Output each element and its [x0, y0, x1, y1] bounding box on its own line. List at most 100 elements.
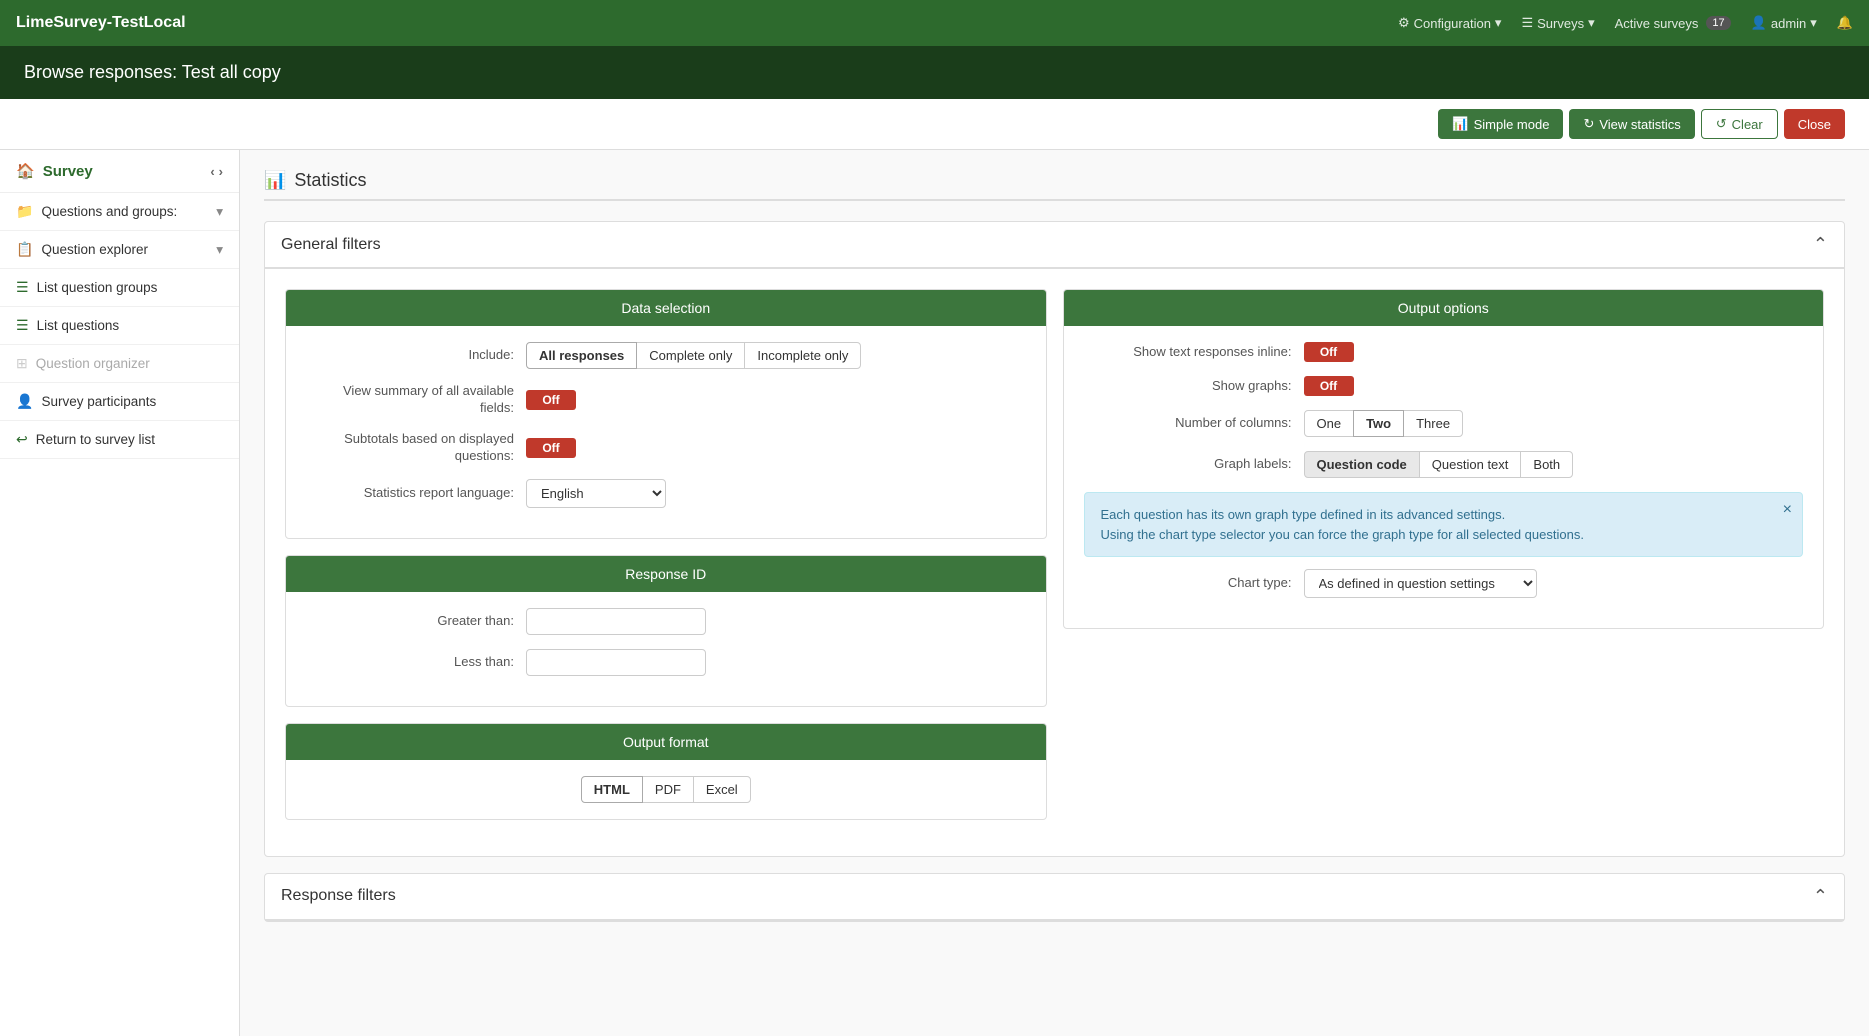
sidebar-item-question-explorer[interactable]: 📋 Question explorer ▾ — [0, 231, 239, 269]
simple-mode-button[interactable]: 📊 Simple mode — [1438, 109, 1563, 139]
user-icon: 👤 — [1751, 15, 1767, 31]
chevron-down-icon-admin: ▾ — [1810, 15, 1817, 31]
refresh-icon: ↺ — [1716, 116, 1727, 132]
data-selection-body: Include: All responses Complete only Inc… — [286, 326, 1046, 538]
right-column: Output options Show text responses inlin… — [1063, 289, 1825, 836]
chart-type-select[interactable]: As defined in question settings Bar Pie … — [1304, 569, 1537, 598]
home-icon: 🏠 — [16, 162, 35, 180]
one-column-button[interactable]: One — [1304, 410, 1355, 437]
subtotals-toggle[interactable]: Off — [526, 438, 576, 458]
three-columns-button[interactable]: Three — [1403, 410, 1463, 437]
general-filters-title: General filters — [281, 236, 381, 254]
next-arrow[interactable]: › — [219, 164, 223, 179]
bar-chart-icon: 📊 — [264, 170, 286, 191]
surveys-icon: ☰ — [1521, 15, 1533, 31]
clear-button[interactable]: ↺ Clear — [1701, 109, 1778, 139]
view-statistics-button[interactable]: ↻ View statistics — [1569, 109, 1694, 139]
folder-icon: 📁 — [16, 203, 33, 220]
all-responses-button[interactable]: All responses — [526, 342, 637, 369]
close-button[interactable]: Close — [1784, 109, 1845, 139]
page-title-bar: Browse responses: Test all copy — [0, 46, 1869, 99]
alert-text-line2: Using the chart type selector you can fo… — [1101, 527, 1584, 542]
graph-labels-row: Graph labels: Question code Question tex… — [1084, 451, 1804, 478]
show-text-inline-value: Off — [1304, 342, 1354, 362]
alert-close-button[interactable]: × — [1783, 501, 1792, 519]
bell-icon: 🔔 — [1837, 15, 1853, 31]
sidebar-survey-label: Survey — [43, 163, 93, 180]
response-filters-header[interactable]: Response filters ⌃ — [265, 874, 1844, 921]
view-summary-label: View summary of all available fields: — [306, 383, 526, 417]
active-surveys-badge: 17 — [1706, 16, 1730, 30]
view-summary-value: Off — [526, 390, 576, 410]
graph-labels-label: Graph labels: — [1084, 456, 1304, 473]
chevron-down-icon-qe: ▾ — [216, 242, 223, 258]
list-questions-icon: ☰ — [16, 317, 29, 334]
excel-button[interactable]: Excel — [693, 776, 751, 803]
navbar: LimeSurvey-TestLocal ⚙ Configuration ▾ ☰… — [0, 0, 1869, 46]
brand-link[interactable]: LimeSurvey-TestLocal — [16, 14, 186, 32]
output-options-panel: Output options Show text responses inlin… — [1063, 289, 1825, 629]
show-text-inline-toggle[interactable]: Off — [1304, 342, 1354, 362]
greater-than-input[interactable] — [526, 608, 706, 635]
alert-text-line1: Each question has its own graph type def… — [1101, 507, 1506, 522]
include-row: Include: All responses Complete only Inc… — [306, 342, 1026, 369]
question-code-button[interactable]: Question code — [1304, 451, 1420, 478]
language-label: Statistics report language: — [306, 485, 526, 502]
output-format-buttons: HTML PDF Excel — [306, 776, 1026, 803]
response-filters-title: Response filters — [281, 887, 396, 905]
response-id-body: Greater than: Less than: — [286, 592, 1046, 706]
configuration-menu[interactable]: ⚙ Configuration ▾ — [1398, 15, 1502, 31]
show-graphs-row: Show graphs: Off — [1084, 376, 1804, 396]
admin-menu[interactable]: 👤 admin ▾ — [1751, 15, 1817, 31]
collapse-arrow-icon: ⌃ — [1813, 234, 1828, 255]
chevron-down-icon: ▾ — [1495, 15, 1502, 31]
action-bar: 📊 Simple mode ↻ View statistics ↺ Clear … — [0, 99, 1869, 150]
incomplete-only-button[interactable]: Incomplete only — [744, 342, 861, 369]
sidebar-survey-header: 🏠 Survey ‹ › — [0, 150, 239, 193]
chart-icon: 📊 — [1452, 116, 1468, 132]
num-columns-label: Number of columns: — [1084, 415, 1304, 432]
view-summary-row: View summary of all available fields: Of… — [306, 383, 1026, 417]
prev-arrow[interactable]: ‹ — [210, 164, 214, 179]
show-graphs-toggle[interactable]: Off — [1304, 376, 1354, 396]
list-icon: 📋 — [16, 241, 33, 258]
both-button[interactable]: Both — [1520, 451, 1573, 478]
complete-only-button[interactable]: Complete only — [636, 342, 745, 369]
sidebar-item-list-questions[interactable]: ☰ List questions — [0, 307, 239, 345]
sidebar-item-questions-groups[interactable]: 📁 Questions and groups: ▾ — [0, 193, 239, 231]
general-filters-header[interactable]: General filters ⌃ — [265, 222, 1844, 269]
view-summary-toggle[interactable]: Off — [526, 390, 576, 410]
sidebar-item-return-to-survey-list[interactable]: ↩ Return to survey list — [0, 421, 239, 459]
output-format-header: Output format — [286, 724, 1046, 760]
surveys-menu[interactable]: ☰ Surveys ▾ — [1521, 15, 1594, 31]
notifications-bell[interactable]: 🔔 — [1837, 15, 1853, 31]
subtotals-row: Subtotals based on displayed questions: … — [306, 431, 1026, 465]
num-columns-row: Number of columns: One Two Three — [1084, 410, 1804, 437]
response-id-header: Response ID — [286, 556, 1046, 592]
sidebar-item-survey-participants[interactable]: 👤 Survey participants — [0, 383, 239, 421]
num-columns-btn-group: One Two Three — [1304, 410, 1464, 437]
output-format-body: HTML PDF Excel — [286, 760, 1046, 819]
html-button[interactable]: HTML — [581, 776, 643, 803]
greater-than-label: Greater than: — [306, 613, 526, 630]
active-surveys-link[interactable]: Active surveys 17 — [1615, 16, 1731, 31]
participants-icon: 👤 — [16, 393, 33, 410]
content-area: 📊 Statistics General filters ⌃ Data sele… — [240, 150, 1869, 1036]
show-graphs-label: Show graphs: — [1084, 378, 1304, 395]
two-columns-button[interactable]: Two — [1353, 410, 1404, 437]
page-title: Browse responses: Test all copy — [24, 62, 281, 82]
chart-type-label: Chart type: — [1084, 575, 1304, 592]
output-format-panel: Output format HTML PDF Excel — [285, 723, 1047, 820]
main-layout: 🏠 Survey ‹ › 📁 Questions and groups: ▾ 📋… — [0, 150, 1869, 1036]
chevron-down-icon-qg: ▾ — [216, 204, 223, 220]
greater-than-row: Greater than: — [306, 608, 1026, 635]
sidebar-item-list-question-groups[interactable]: ☰ List question groups — [0, 269, 239, 307]
pdf-button[interactable]: PDF — [642, 776, 694, 803]
data-selection-header: Data selection — [286, 290, 1046, 326]
navbar-right: ⚙ Configuration ▾ ☰ Surveys ▾ Active sur… — [1398, 15, 1853, 31]
language-select[interactable]: English French German Spanish — [526, 479, 666, 508]
question-text-button[interactable]: Question text — [1419, 451, 1522, 478]
subtotals-value: Off — [526, 438, 576, 458]
less-than-input[interactable] — [526, 649, 706, 676]
statistics-icon: ↻ — [1583, 116, 1594, 132]
